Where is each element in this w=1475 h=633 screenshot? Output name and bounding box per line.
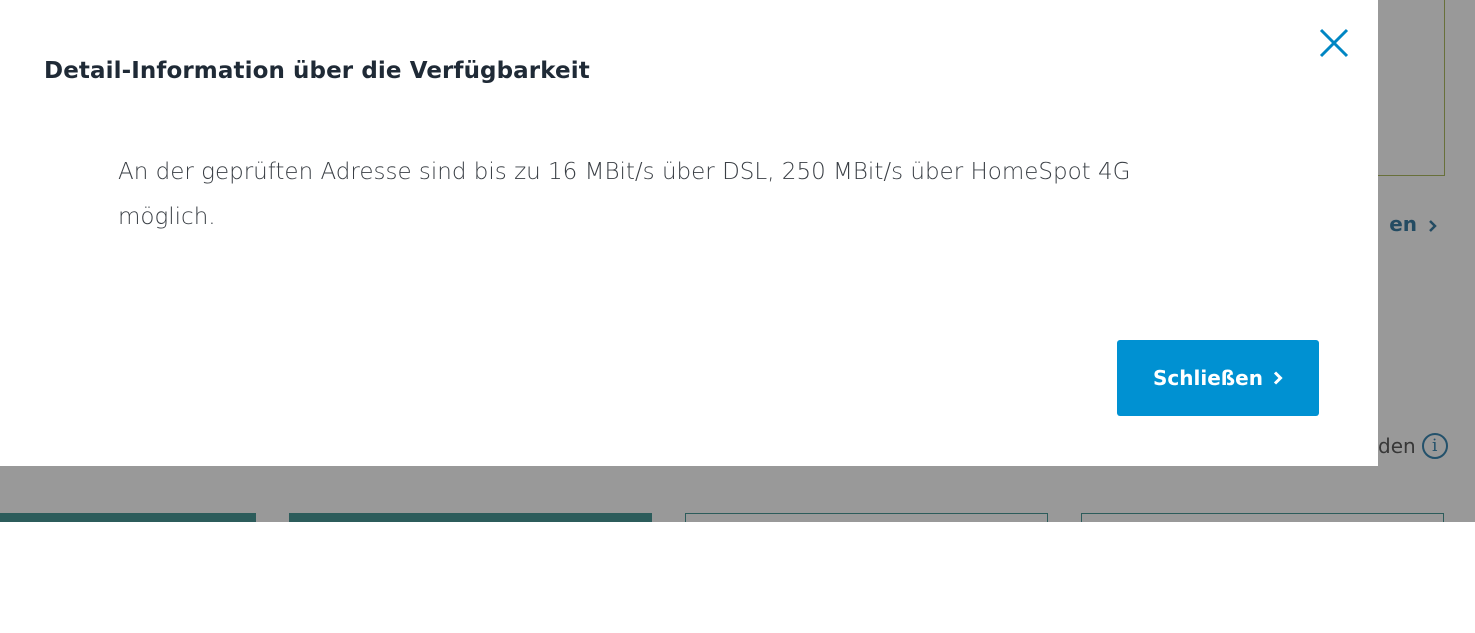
chevron-right-icon	[1273, 371, 1283, 385]
modal-body-text: An der geprüften Adresse sind bis zu 16 …	[118, 159, 1131, 230]
close-button[interactable]: Schließen	[1117, 340, 1319, 416]
modal-title: Detail-Information über die Verfügbarkei…	[44, 58, 590, 84]
close-icon[interactable]	[1312, 22, 1356, 66]
page-bottom-area	[0, 522, 1475, 633]
close-button-label: Schließen	[1153, 366, 1263, 390]
availability-modal: Detail-Information über die Verfügbarkei…	[0, 0, 1378, 466]
